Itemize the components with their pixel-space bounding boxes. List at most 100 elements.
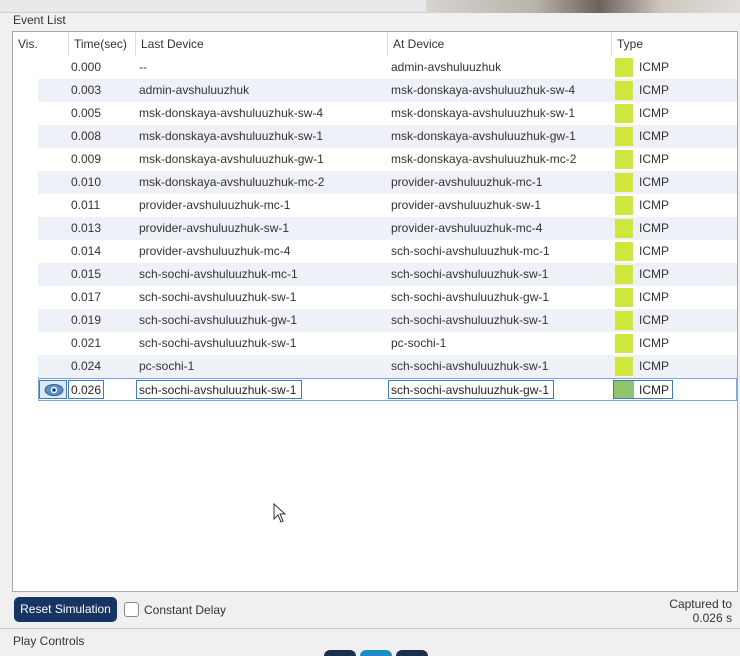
row-at-device: sch-sochi-avshuluuzhuk-sw-1 (391, 267, 549, 281)
row-type-cell: ICMP (613, 380, 673, 399)
type-color-swatch (615, 265, 633, 284)
row-last-device: sch-sochi-avshuluuzhuk-mc-1 (139, 267, 298, 281)
table-row[interactable]: 0.008 msk-donskaya-avshuluuzhuk-sw-1 msk… (38, 125, 737, 148)
row-last-device: provider-avshuluuzhuk-mc-1 (139, 198, 291, 212)
play-back-button[interactable] (324, 650, 356, 656)
row-at-device: sch-sochi-avshuluuzhuk-sw-1 (391, 359, 549, 373)
type-color-swatch (615, 127, 633, 146)
row-type: ICMP (639, 83, 669, 97)
reset-simulation-button[interactable]: Reset Simulation (14, 597, 117, 622)
type-color-swatch (615, 242, 633, 261)
table-row[interactable]: 0.014 provider-avshuluuzhuk-mc-4 sch-soc… (38, 240, 737, 263)
table-header: Vis. Time(sec) Last Device At Device Typ… (13, 32, 737, 56)
simulation-controls-bar: Reset Simulation Constant Delay Captured… (12, 593, 738, 627)
row-last-device: admin-avshuluuzhuk (139, 83, 250, 97)
play-forward-button[interactable] (396, 650, 428, 656)
type-color-swatch (615, 104, 633, 123)
webcam-overlay (426, 0, 740, 13)
row-time: 0.010 (71, 175, 102, 189)
row-at-device: msk-donskaya-avshuluuzhuk-mc-2 (391, 152, 577, 166)
row-at-device: msk-donskaya-avshuluuzhuk-sw-4 (391, 83, 576, 97)
row-type: ICMP (639, 267, 669, 281)
type-color-swatch (615, 58, 633, 77)
table-row-selected[interactable]: 0.026 sch-sochi-avshuluuzhuk-sw-1 sch-so… (38, 378, 737, 401)
divider (0, 628, 740, 629)
captured-to-readout: Captured to 0.026 s (669, 597, 732, 625)
row-last-device: pc-sochi-1 (139, 359, 195, 373)
row-at-device: provider-avshuluuzhuk-mc-4 (391, 221, 543, 235)
row-type: ICMP (639, 175, 669, 189)
row-at-device: pc-sochi-1 (391, 336, 447, 350)
row-time: 0.026 (68, 380, 104, 399)
row-last-device: -- (139, 60, 147, 74)
row-at-device: sch-sochi-avshuluuzhuk-sw-1 (391, 313, 549, 327)
row-at-device: provider-avshuluuzhuk-mc-1 (391, 175, 543, 189)
row-time: 0.017 (71, 290, 102, 304)
row-time: 0.021 (71, 336, 102, 350)
row-time: 0.003 (71, 83, 102, 97)
row-last-device: sch-sochi-avshuluuzhuk-gw-1 (139, 313, 298, 327)
type-color-swatch (615, 219, 633, 238)
type-color-swatch (615, 288, 633, 307)
header-type[interactable]: Type (612, 32, 737, 56)
table-row[interactable]: 0.013 provider-avshuluuzhuk-sw-1 provide… (38, 217, 737, 240)
table-row[interactable]: 0.011 provider-avshuluuzhuk-mc-1 provide… (38, 194, 737, 217)
row-at-device: provider-avshuluuzhuk-sw-1 (391, 198, 542, 212)
type-color-swatch (615, 196, 633, 215)
row-time: 0.015 (71, 267, 102, 281)
row-type: ICMP (639, 198, 669, 212)
visibility-toggle[interactable] (39, 380, 67, 399)
play-button[interactable] (360, 650, 392, 656)
row-type: ICMP (639, 60, 669, 74)
eye-icon (44, 384, 64, 396)
row-last-device: msk-donskaya-avshuluuzhuk-gw-1 (139, 152, 324, 166)
row-at-device: sch-sochi-avshuluuzhuk-gw-1 (391, 290, 550, 304)
row-last-device: sch-sochi-avshuluuzhuk-sw-1 (139, 336, 297, 350)
event-list-title: Event List (13, 13, 66, 27)
row-type: ICMP (639, 244, 669, 258)
row-last-device: sch-sochi-avshuluuzhuk-sw-1 (136, 380, 302, 399)
table-row[interactable]: 0.003 admin-avshuluuzhuk msk-donskaya-av… (38, 79, 737, 102)
table-row[interactable]: 0.010 msk-donskaya-avshuluuzhuk-mc-2 pro… (38, 171, 737, 194)
table-row[interactable]: 0.019 sch-sochi-avshuluuzhuk-gw-1 sch-so… (38, 309, 737, 332)
row-at-device: msk-donskaya-avshuluuzhuk-gw-1 (391, 129, 576, 143)
row-type: ICMP (639, 336, 669, 350)
table-row[interactable]: 0.005 msk-donskaya-avshuluuzhuk-sw-4 msk… (38, 102, 737, 125)
row-time: 0.009 (71, 152, 102, 166)
constant-delay-checkbox[interactable] (124, 602, 139, 617)
table-row[interactable]: 0.017 sch-sochi-avshuluuzhuk-sw-1 sch-so… (38, 286, 737, 309)
header-vis[interactable]: Vis. (13, 32, 69, 56)
row-at-device: msk-donskaya-avshuluuzhuk-sw-1 (391, 106, 576, 120)
header-time[interactable]: Time(sec) (69, 32, 136, 56)
table-row[interactable]: 0.000 -- admin-avshuluuzhuk ICMP (38, 56, 737, 79)
table-row[interactable]: 0.015 sch-sochi-avshuluuzhuk-mc-1 sch-so… (38, 263, 737, 286)
row-type: ICMP (639, 290, 669, 304)
table-row[interactable]: 0.009 msk-donskaya-avshuluuzhuk-gw-1 msk… (38, 148, 737, 171)
row-type: ICMP (639, 359, 669, 373)
row-last-device: provider-avshuluuzhuk-mc-4 (139, 244, 291, 258)
row-type: ICMP (639, 106, 669, 120)
table-row[interactable]: 0.021 sch-sochi-avshuluuzhuk-sw-1 pc-soc… (38, 332, 737, 355)
row-at-device: sch-sochi-avshuluuzhuk-mc-1 (391, 244, 550, 258)
row-type: ICMP (639, 221, 669, 235)
type-color-swatch (615, 334, 633, 353)
row-time: 0.000 (71, 60, 102, 74)
type-color-swatch (615, 311, 633, 330)
row-last-device: provider-avshuluuzhuk-sw-1 (139, 221, 290, 235)
play-controls-title: Play Controls (13, 634, 85, 648)
row-time: 0.011 (71, 198, 101, 212)
header-at-device[interactable]: At Device (388, 32, 612, 56)
table-row[interactable]: 0.024 pc-sochi-1 sch-sochi-avshuluuzhuk-… (38, 355, 737, 378)
row-time: 0.008 (71, 129, 102, 143)
event-list-table: Vis. Time(sec) Last Device At Device Typ… (12, 31, 738, 592)
row-type: ICMP (639, 129, 669, 143)
row-last-device: sch-sochi-avshuluuzhuk-sw-1 (139, 290, 297, 304)
row-type: ICMP (639, 152, 669, 166)
row-at-device: sch-sochi-avshuluuzhuk-gw-1 (388, 380, 554, 399)
row-last-device: msk-donskaya-avshuluuzhuk-sw-1 (139, 129, 324, 143)
row-time: 0.013 (71, 221, 102, 235)
row-type: ICMP (639, 383, 669, 397)
type-color-swatch (615, 357, 633, 376)
captured-to-label: Captured to (669, 597, 732, 611)
header-last-device[interactable]: Last Device (136, 32, 388, 56)
